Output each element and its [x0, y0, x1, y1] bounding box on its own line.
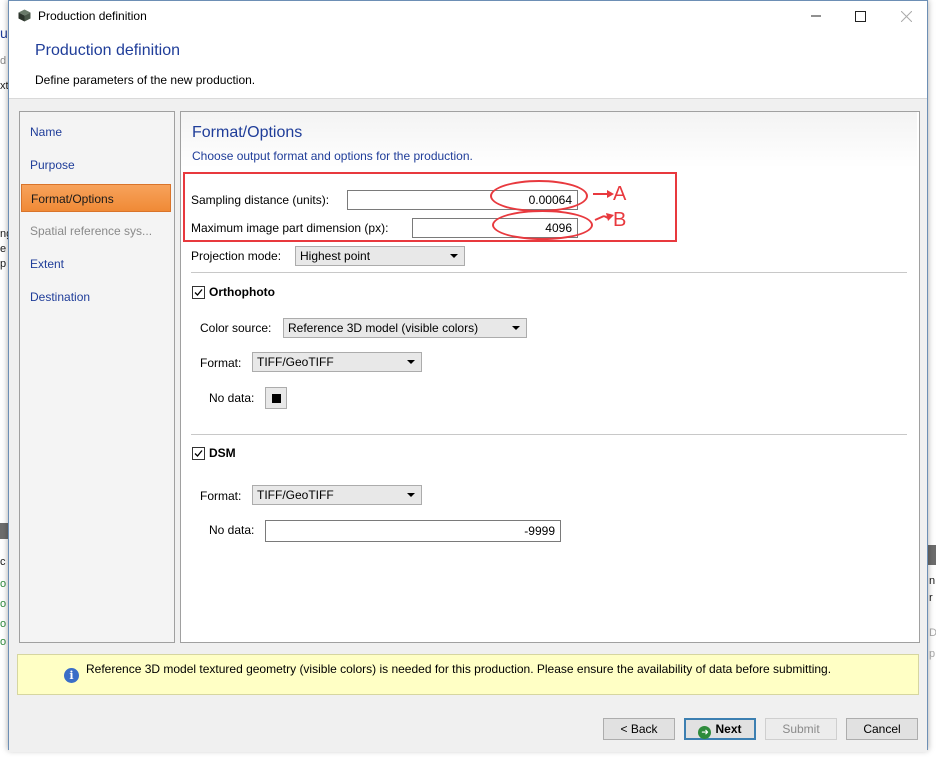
annotation-ellipse-a [490, 180, 588, 212]
chevron-down-icon [450, 254, 458, 258]
background-app-fragment: e [0, 243, 7, 255]
dsm-format-select[interactable]: TIFF/GeoTIFF [252, 485, 422, 505]
close-button[interactable] [889, 5, 923, 27]
orthophoto-checkbox[interactable] [192, 286, 205, 299]
background-app-fragment [928, 545, 936, 565]
dialog-header-subtitle: Define parameters of the new production. [35, 73, 256, 87]
checkmark-icon [194, 289, 203, 296]
color-source-select[interactable]: Reference 3D model (visible colors) [283, 318, 527, 338]
projection-mode-label: Projection mode: [191, 249, 282, 263]
chevron-down-icon [512, 326, 520, 330]
background-app-fragment: r [929, 592, 933, 604]
chevron-down-icon [407, 493, 415, 497]
annotation-ellipse-b [492, 210, 593, 240]
dsm-format-value: TIFF/GeoTIFF [257, 488, 334, 502]
info-icon: i [64, 668, 79, 683]
nav-item-extent[interactable]: Extent [21, 250, 171, 278]
maximize-icon [854, 10, 866, 22]
section-header: Format/Options Choose output format and … [181, 112, 917, 168]
background-app-fragment: o [0, 636, 7, 648]
wizard-nav: Name Purpose Format/Options Spatial refe… [19, 111, 175, 643]
background-app-fragment: c [0, 556, 6, 568]
maximize-button[interactable] [843, 5, 877, 27]
projection-mode-value: Highest point [300, 249, 371, 263]
window-title: Production definition [38, 9, 147, 23]
dsm-label: DSM [209, 446, 236, 460]
nav-item-spatial-reference: Spatial reference sys... [30, 224, 153, 238]
orthophoto-format-value: TIFF/GeoTIFF [257, 355, 334, 369]
background-app-fragment: p [929, 648, 936, 660]
annotation-letter-b: B [613, 209, 627, 231]
dsm-no-data-label: No data: [209, 523, 255, 537]
annotation-letter-a: A [613, 183, 627, 205]
orthophoto-format-select[interactable]: TIFF/GeoTIFF [252, 352, 422, 372]
no-data-color-button[interactable] [265, 387, 287, 409]
submit-button: Submit [765, 718, 837, 740]
title-bar[interactable]: Production definition [9, 1, 927, 31]
nav-item-name[interactable]: Name [21, 118, 171, 146]
nav-item-destination[interactable]: Destination [21, 283, 171, 311]
cancel-button[interactable]: Cancel [846, 718, 918, 740]
dsm-checkbox[interactable] [192, 447, 205, 460]
app-cube-icon [18, 9, 31, 22]
next-button-label: Next [715, 722, 742, 736]
background-app-fragment: o [0, 598, 7, 610]
section-subtitle: Choose output format and options for the… [192, 149, 473, 163]
info-bar: i Reference 3D model textured geometry (… [17, 654, 919, 695]
nav-item-purpose[interactable]: Purpose [21, 151, 171, 179]
divider [191, 434, 907, 435]
background-app-fragment: n [929, 575, 936, 587]
divider [191, 272, 907, 273]
next-button[interactable]: ➜ Next [684, 718, 756, 740]
dsm-format-label: Format: [200, 489, 242, 503]
background-app-fragment: o [0, 578, 7, 590]
arrow-right-icon: ➜ [698, 726, 712, 739]
color-source-value: Reference 3D model (visible colors) [288, 321, 479, 335]
projection-mode-select[interactable]: Highest point [295, 246, 465, 266]
dsm-no-data-input[interactable]: -9999 [265, 520, 561, 542]
background-app-fragment: u [0, 25, 8, 41]
minimize-icon [811, 15, 821, 17]
background-app-fragment [0, 523, 8, 539]
orthophoto-format-label: Format: [200, 356, 242, 370]
minimize-button[interactable] [799, 5, 833, 27]
background-app-fragment: D [929, 627, 936, 639]
nav-item-format-options[interactable]: Format/Options [21, 184, 171, 212]
orthophoto-no-data-label: No data: [209, 391, 255, 405]
color-source-label: Color source: [200, 321, 272, 335]
no-data-color-swatch [272, 394, 281, 403]
background-app-fragment: p [0, 258, 7, 270]
info-text: Reference 3D model textured geometry (vi… [86, 662, 832, 676]
background-app-fragment: d [0, 55, 7, 67]
back-button[interactable]: < Back [603, 718, 675, 740]
production-definition-dialog: Production definition Production definit… [8, 0, 928, 752]
checkmark-icon [194, 450, 203, 457]
orthophoto-label: Orthophoto [209, 285, 275, 299]
close-icon [900, 10, 912, 22]
background-app-fragment: o [0, 618, 7, 630]
section-title: Format/Options [192, 124, 303, 141]
chevron-down-icon [407, 360, 415, 364]
dialog-header-title: Production definition [35, 42, 180, 59]
